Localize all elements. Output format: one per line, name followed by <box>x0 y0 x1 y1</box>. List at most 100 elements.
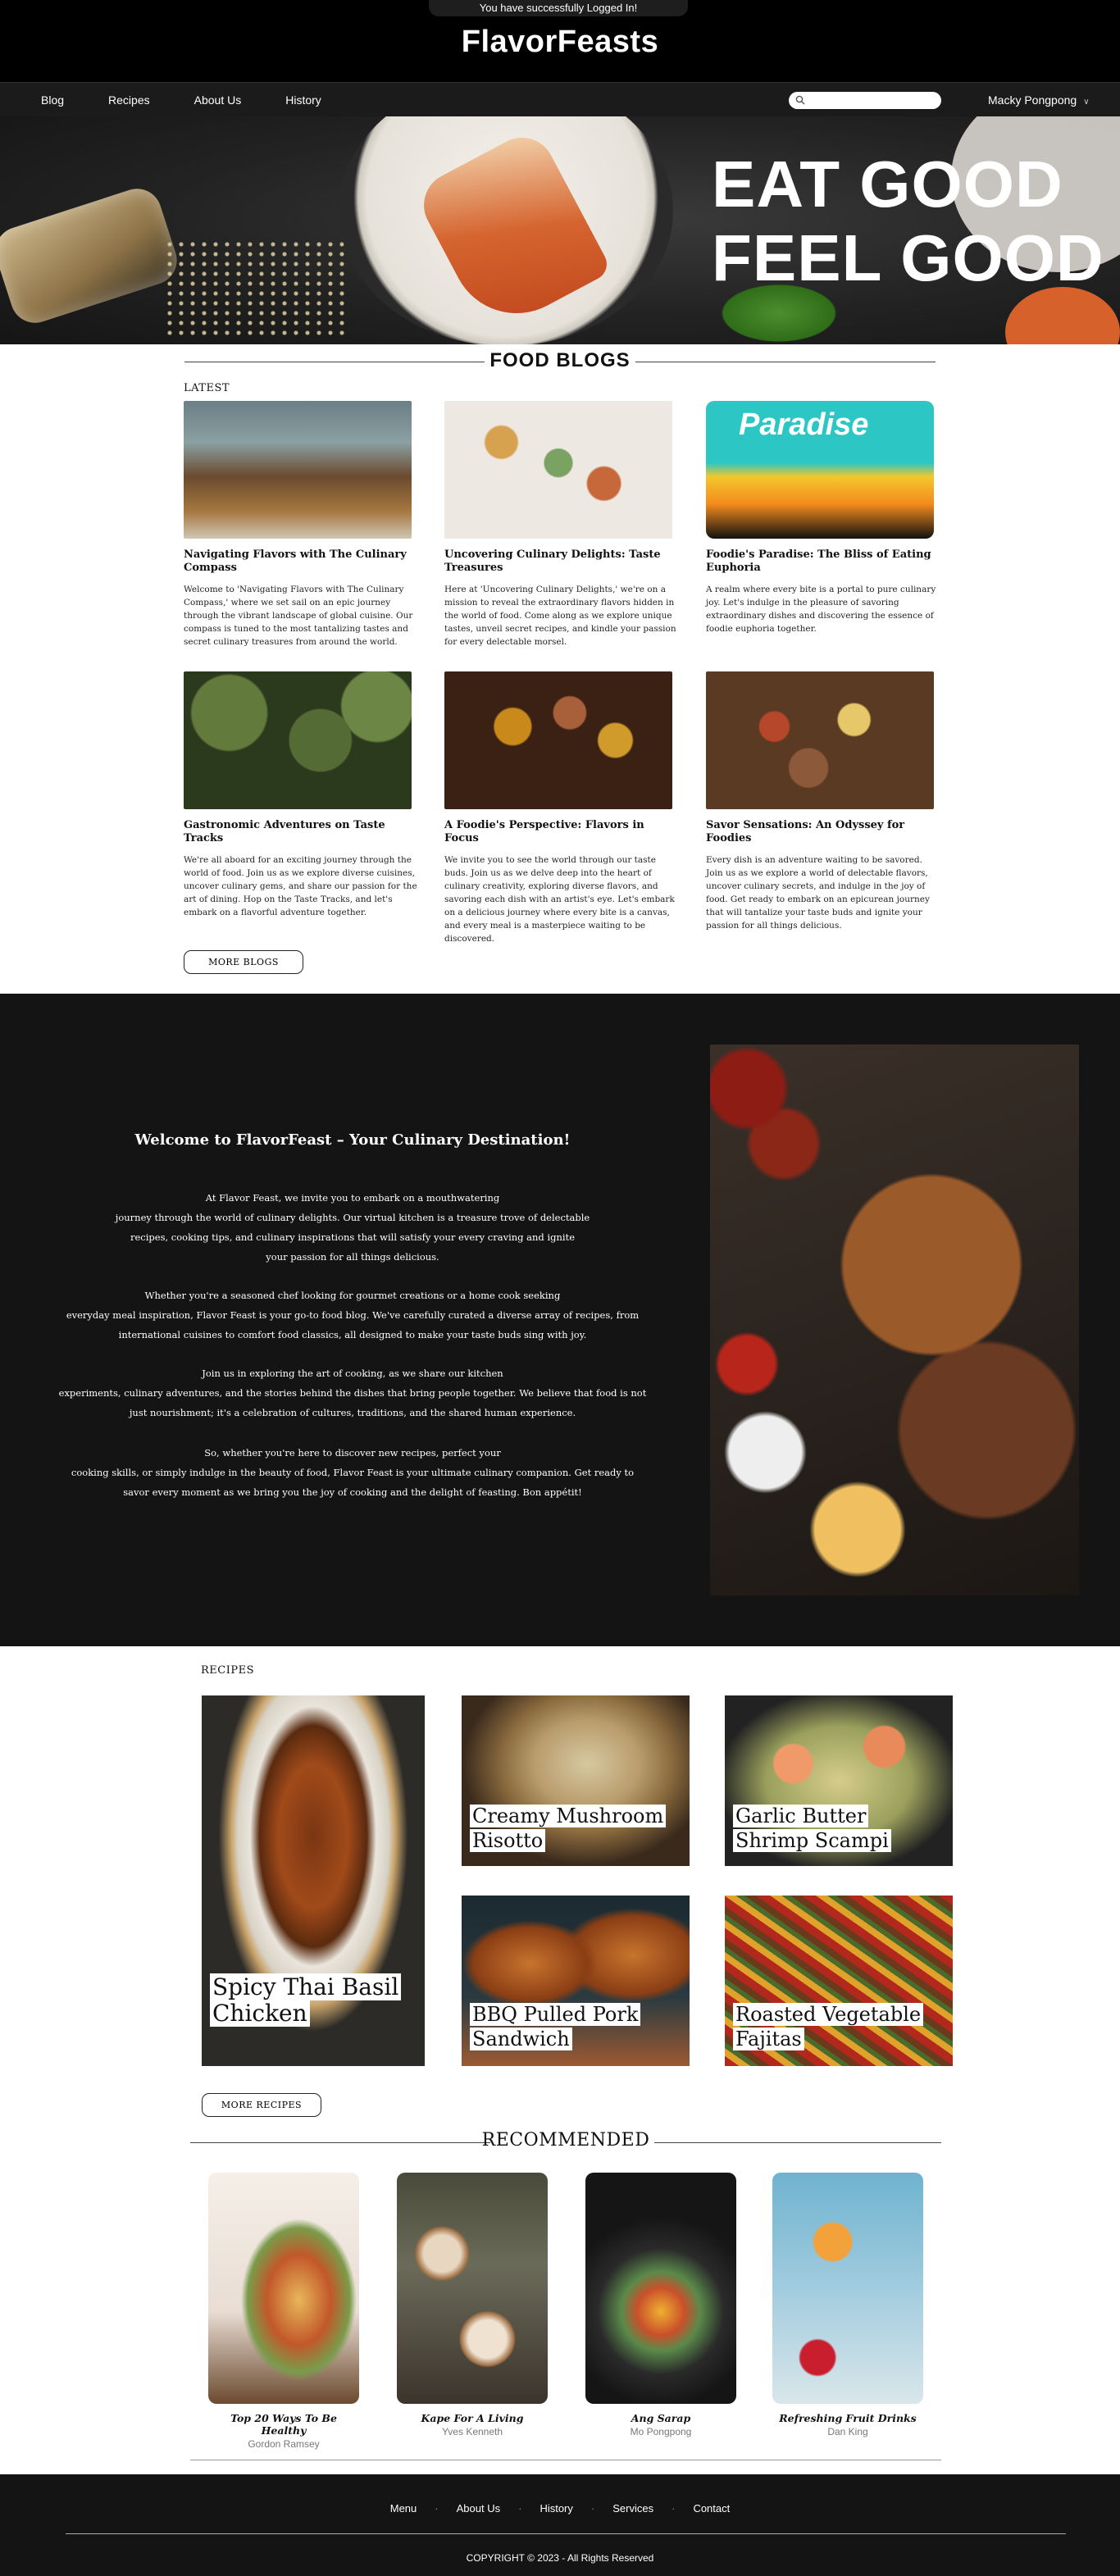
footer-rule <box>66 2533 1066 2534</box>
recommended-title-text[interactable]: Ang Sarap <box>585 2412 736 2424</box>
blog-image <box>184 671 412 809</box>
search-icon <box>795 93 805 108</box>
recipe-title: BBQ Pulled Pork Sandwich <box>470 2002 641 2051</box>
food-blogs-title: FOOD BLOGS <box>485 349 635 371</box>
welcome-line: just nourishment; it's a celebration of … <box>129 1407 576 1418</box>
welcome-section: Welcome to FlavorFeast – Your Culinary D… <box>0 994 1120 1646</box>
blog-card[interactable]: Savor Sensations: An Odyssey for Foodies… <box>706 671 940 932</box>
nav-blog[interactable]: Blog <box>41 83 64 117</box>
welcome-line: experiments, culinary adventures, and th… <box>58 1387 647 1399</box>
footer-link-contact[interactable]: Contact <box>693 2502 730 2515</box>
more-recipes-button[interactable]: MORE RECIPES <box>202 2093 321 2117</box>
welcome-line: Whether you're a seasoned chef looking f… <box>144 1290 561 1301</box>
recommended-author: Dan King <box>827 2426 868 2437</box>
blog-grid: Navigating Flavors with The Culinary Com… <box>184 401 946 975</box>
recommended-title-text[interactable]: Top 20 Ways To Be Healthy <box>208 2412 359 2437</box>
welcome-paragraph: So, whether you're here to discover new … <box>33 1443 672 1502</box>
welcome-paragraph: Whether you're a seasoned chef looking f… <box>33 1286 672 1345</box>
recipe-card[interactable]: Roasted Vegetable Fajitas <box>725 1896 953 2066</box>
brand-logo[interactable]: FlavorFeasts <box>0 25 1120 60</box>
recommended-image <box>397 2173 548 2404</box>
paradise-sign: Paradise <box>739 407 869 442</box>
food-blogs-heading: FOOD BLOGS <box>184 349 936 374</box>
separator: · <box>672 2502 676 2515</box>
recipe-title: Spicy Thai Basil Chicken <box>210 1973 402 2027</box>
blog-image <box>184 401 412 539</box>
blog-excerpt: A realm where every bite is a portal to … <box>706 585 936 634</box>
blog-title[interactable]: Gastronomic Adventures on Taste Tracks <box>184 819 417 845</box>
search-input[interactable] <box>810 94 933 107</box>
nav-recipes[interactable]: Recipes <box>108 83 150 117</box>
recommended-title-text[interactable]: Kape For A Living <box>397 2412 548 2424</box>
blog-card[interactable]: Gastronomic Adventures on Taste Tracks W… <box>184 671 417 919</box>
blog-excerpt: Every dish is an adventure waiting to be… <box>706 855 930 931</box>
welcome-line: recipes, cooking tips, and culinary insp… <box>130 1231 576 1243</box>
orange-image <box>1005 287 1120 344</box>
welcome-line: Join us in exploring the art of cooking,… <box>202 1368 503 1379</box>
welcome-line: At Flavor Feast, we invite you to embark… <box>205 1192 500 1204</box>
blog-excerpt: We invite you to see the world through o… <box>444 855 675 944</box>
recommended-title-text[interactable]: Refreshing Fruit Drinks <box>772 2412 923 2424</box>
recipe-card[interactable]: Garlic Butter Shrimp Scampi <box>725 1695 953 1866</box>
recommended-card[interactable]: Top 20 Ways To Be Healthy Gordon Ramsey <box>208 2173 359 2450</box>
blog-title[interactable]: Foodie's Paradise: The Bliss of Eating E… <box>706 548 940 575</box>
recommended-heading: RECOMMENDED <box>190 2130 941 2155</box>
blog-card[interactable]: Paradise Foodie's Paradise: The Bliss of… <box>706 401 940 635</box>
blog-excerpt: Here at 'Uncovering Culinary Delights,' … <box>444 585 676 647</box>
blog-image <box>444 401 672 539</box>
grill-platter-image <box>710 1045 1079 1595</box>
welcome-paragraph: At Flavor Feast, we invite you to embark… <box>33 1188 672 1267</box>
recommended-author: Yves Kenneth <box>441 2426 503 2437</box>
footer-link-history[interactable]: History <box>540 2502 572 2515</box>
recommended-image <box>585 2173 736 2404</box>
welcome-line: savor every moment as we bring you the j… <box>123 1486 582 1498</box>
search-bar[interactable] <box>789 92 941 109</box>
recommended-card[interactable]: Ang Sarap Mo Pongpong <box>585 2173 736 2437</box>
welcome-line: everyday meal inspiration, Flavor Feast … <box>66 1309 640 1321</box>
welcome-paragraph: Join us in exploring the art of cooking,… <box>33 1363 672 1422</box>
user-menu[interactable]: Macky Pongpong ∨ <box>988 83 1090 120</box>
chevron-down-icon: ∨ <box>1083 98 1090 107</box>
login-success-toast: You have successfully Logged In! <box>429 0 688 16</box>
blog-title[interactable]: A Foodie's Perspective: Flavors in Focus <box>444 819 678 845</box>
blog-card[interactable]: Uncovering Culinary Delights: Taste Trea… <box>444 401 678 649</box>
blog-excerpt: We're all aboard for an exciting journey… <box>184 855 417 917</box>
blog-title[interactable]: Navigating Flavors with The Culinary Com… <box>184 548 417 575</box>
nav-about-us[interactable]: About Us <box>194 83 242 117</box>
welcome-line: cooking skills, or simply indulge in the… <box>71 1467 635 1478</box>
blog-card[interactable]: Navigating Flavors with The Culinary Com… <box>184 401 417 649</box>
recommended-author: Gordon Ramsey <box>248 2438 320 2450</box>
footer-link-services[interactable]: Services <box>612 2502 653 2515</box>
blog-image: Paradise <box>706 401 934 539</box>
recipe-title: Creamy Mushroom Risotto <box>470 1804 667 1853</box>
user-name: Macky Pongpong <box>988 93 1077 107</box>
blog-image <box>706 671 934 809</box>
latest-label: LATEST <box>184 382 230 394</box>
separator: · <box>590 2502 595 2515</box>
blog-title[interactable]: Savor Sensations: An Odyssey for Foodies <box>706 819 940 845</box>
blog-card[interactable]: A Foodie's Perspective: Flavors in Focus… <box>444 671 678 945</box>
welcome-line: journey through the world of culinary de… <box>115 1212 590 1223</box>
welcome-line: your passion for all things delicious. <box>266 1251 439 1263</box>
recipe-card[interactable]: Creamy Mushroom Risotto <box>462 1695 690 1866</box>
recipe-card[interactable]: BBQ Pulled Pork Sandwich <box>462 1896 690 2066</box>
hero-line-2: FEEL GOOD <box>712 221 1104 294</box>
welcome-title: Welcome to FlavorFeast – Your Culinary D… <box>134 1131 571 1149</box>
recommended-card[interactable]: Kape For A Living Yves Kenneth <box>397 2173 548 2437</box>
recommended-card[interactable]: Refreshing Fruit Drinks Dan King <box>772 2173 923 2437</box>
blog-image <box>444 671 672 809</box>
footer: Menu · About Us · History · Services · Contact C… <box>0 2474 1120 2576</box>
recipe-card[interactable]: Spicy Thai Basil Chicken <box>202 1695 425 2066</box>
welcome-line: international cuisines to comfort food c… <box>118 1329 587 1340</box>
top-header: You have successfully Logged In! FlavorF… <box>0 0 1120 82</box>
footer-link-about-us[interactable]: About Us <box>457 2502 500 2515</box>
blog-title[interactable]: Uncovering Culinary Delights: Taste Trea… <box>444 548 678 575</box>
recipes-label: RECIPES <box>201 1664 255 1677</box>
footer-link-menu[interactable]: Menu <box>390 2502 417 2515</box>
separator: · <box>435 2502 439 2515</box>
nav-history[interactable]: History <box>285 83 321 117</box>
main-nav: Blog Recipes About Us History Macky Pong… <box>0 82 1120 116</box>
more-blogs-button[interactable]: MORE BLOGS <box>184 950 303 974</box>
welcome-line: So, whether you're here to discover new … <box>204 1447 501 1459</box>
recommended-image <box>208 2173 359 2404</box>
